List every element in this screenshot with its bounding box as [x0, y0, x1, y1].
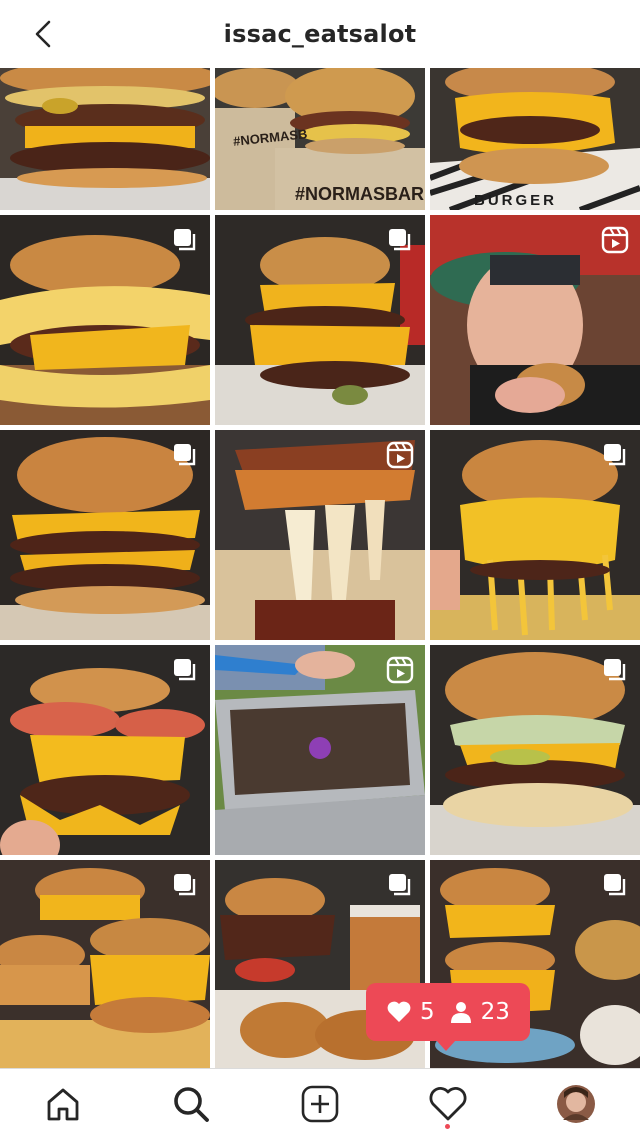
carousel-badge	[600, 870, 630, 900]
search-icon	[174, 1087, 209, 1122]
nav-search[interactable]	[166, 1079, 216, 1129]
carousel-icon	[389, 229, 411, 251]
post-tile[interactable]	[215, 215, 425, 425]
back-arrow-icon	[35, 20, 51, 48]
carousel-badge	[600, 440, 630, 470]
nav-home[interactable]	[38, 1079, 88, 1129]
post-tile[interactable]	[0, 860, 210, 1068]
carousel-icon	[174, 874, 196, 896]
reels-badge	[385, 440, 415, 470]
new-post-icon	[301, 1085, 339, 1123]
carousel-icon	[174, 659, 196, 681]
bottom-navigation	[0, 1068, 640, 1139]
top-bar: issac_eatsalot	[0, 0, 640, 68]
carousel-badge	[170, 225, 200, 255]
carousel-icon	[174, 229, 196, 251]
post-tile[interactable]	[0, 430, 210, 640]
tray-print-text: BURGER	[474, 192, 558, 209]
posts-grid: #NORMASB #NORMASBAR BURGER	[0, 68, 640, 1068]
notification-pointer	[436, 1040, 456, 1051]
post-tile[interactable]: BURGER	[430, 68, 640, 210]
reels-badge	[600, 225, 630, 255]
post-tile[interactable]	[0, 215, 210, 425]
carousel-icon	[174, 444, 196, 466]
reels-icon	[601, 226, 629, 254]
heart-icon	[387, 1001, 411, 1022]
activity-heart-icon	[429, 1087, 467, 1121]
carousel-badge	[385, 225, 415, 255]
nav-new-post[interactable]	[295, 1079, 345, 1129]
activity-unread-dot	[445, 1124, 450, 1129]
reels-icon	[386, 656, 414, 684]
post-tile[interactable]	[215, 645, 425, 855]
post-tile[interactable]	[430, 645, 640, 855]
carousel-badge	[600, 655, 630, 685]
post-tile[interactable]	[0, 645, 210, 855]
post-tile[interactable]	[215, 430, 425, 640]
nav-profile[interactable]	[551, 1079, 601, 1129]
post-tile[interactable]	[430, 215, 640, 425]
profile-username-title: issac_eatsalot	[223, 20, 417, 48]
likes-count: 5	[420, 999, 435, 1025]
profile-avatar	[557, 1085, 595, 1123]
carousel-icon	[604, 874, 626, 896]
person-icon	[450, 1002, 471, 1023]
followers-count-group: 23	[449, 999, 510, 1025]
back-button[interactable]	[22, 12, 66, 56]
reels-icon	[386, 441, 414, 469]
reels-badge	[385, 655, 415, 685]
box-print-text: #NORMASBAR	[295, 184, 425, 204]
nav-activity[interactable]	[423, 1079, 473, 1129]
carousel-badge	[170, 870, 200, 900]
carousel-icon	[389, 874, 411, 896]
carousel-badge	[170, 655, 200, 685]
post-tile[interactable]	[430, 430, 640, 640]
carousel-icon	[604, 659, 626, 681]
home-icon	[47, 1088, 79, 1121]
followers-count: 23	[480, 999, 510, 1025]
carousel-badge	[170, 440, 200, 470]
carousel-badge	[385, 870, 415, 900]
post-tile[interactable]	[0, 68, 210, 210]
carousel-icon	[604, 444, 626, 466]
post-tile[interactable]: #NORMASB #NORMASBAR	[215, 68, 425, 210]
activity-notification-bubble[interactable]: 5 23	[366, 983, 530, 1041]
likes-count-group: 5	[386, 999, 435, 1025]
